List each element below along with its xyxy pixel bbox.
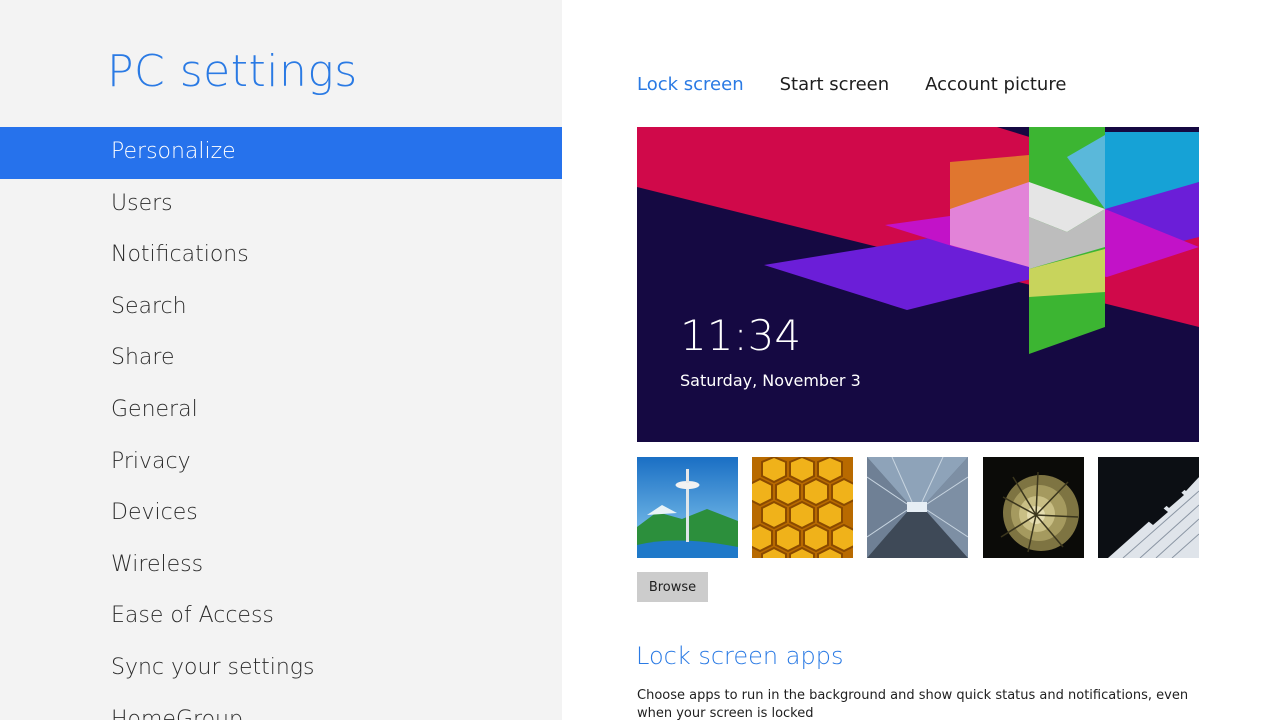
nav-item-privacy[interactable]: Privacy [0,437,562,489]
nav-item-devices[interactable]: Devices [0,488,562,540]
nav-item-share[interactable]: Share [0,333,562,385]
pc-settings-window: PC settings Personalize Users Notificati… [0,0,1280,720]
lock-screen-thumbnails [637,457,1199,558]
nav-item-users[interactable]: Users [0,179,562,231]
nav-item-homegroup[interactable]: HomeGroup [0,695,562,720]
settings-sidebar: PC settings Personalize Users Notificati… [0,0,562,720]
page-title: PC settings [107,46,358,97]
nav-item-general[interactable]: General [0,385,562,437]
nav-item-wireless[interactable]: Wireless [0,540,562,592]
thumbnail-tunnel[interactable] [867,457,968,558]
personalize-tabs: Lock screen Start screen Account picture [637,74,1102,95]
piano-keys-image [1098,457,1199,558]
lock-screen-background-art [637,127,1199,442]
nautilus-shell-image [983,457,1084,558]
lock-screen-time: 11:34 [680,311,802,360]
nav-item-notifications[interactable]: Notifications [0,230,562,282]
space-needle-image [637,457,738,558]
lock-screen-date: Saturday, November 3 [680,371,861,390]
thumbnail-piano[interactable] [1098,457,1199,558]
lock-screen-preview: 11:34 Saturday, November 3 [637,127,1199,442]
tunnel-image [867,457,968,558]
tab-account-picture[interactable]: Account picture [925,74,1066,95]
lock-screen-apps-title: Lock screen apps [636,642,844,670]
nav-item-sync-settings[interactable]: Sync your settings [0,643,562,695]
thumbnail-nautilus[interactable] [983,457,1084,558]
browse-button[interactable]: Browse [637,572,708,602]
tab-lock-screen[interactable]: Lock screen [637,74,744,95]
thumbnail-space-needle[interactable] [637,457,738,558]
tab-start-screen[interactable]: Start screen [780,74,890,95]
nav-item-search[interactable]: Search [0,282,562,334]
settings-nav: Personalize Users Notifications Search S… [0,127,562,720]
thumbnail-honeycomb[interactable] [752,457,853,558]
honeycomb-image [752,457,853,558]
nav-item-personalize[interactable]: Personalize [0,127,562,179]
lock-screen-apps-description: Choose apps to run in the background and… [637,688,1189,720]
nav-item-ease-of-access[interactable]: Ease of Access [0,591,562,643]
